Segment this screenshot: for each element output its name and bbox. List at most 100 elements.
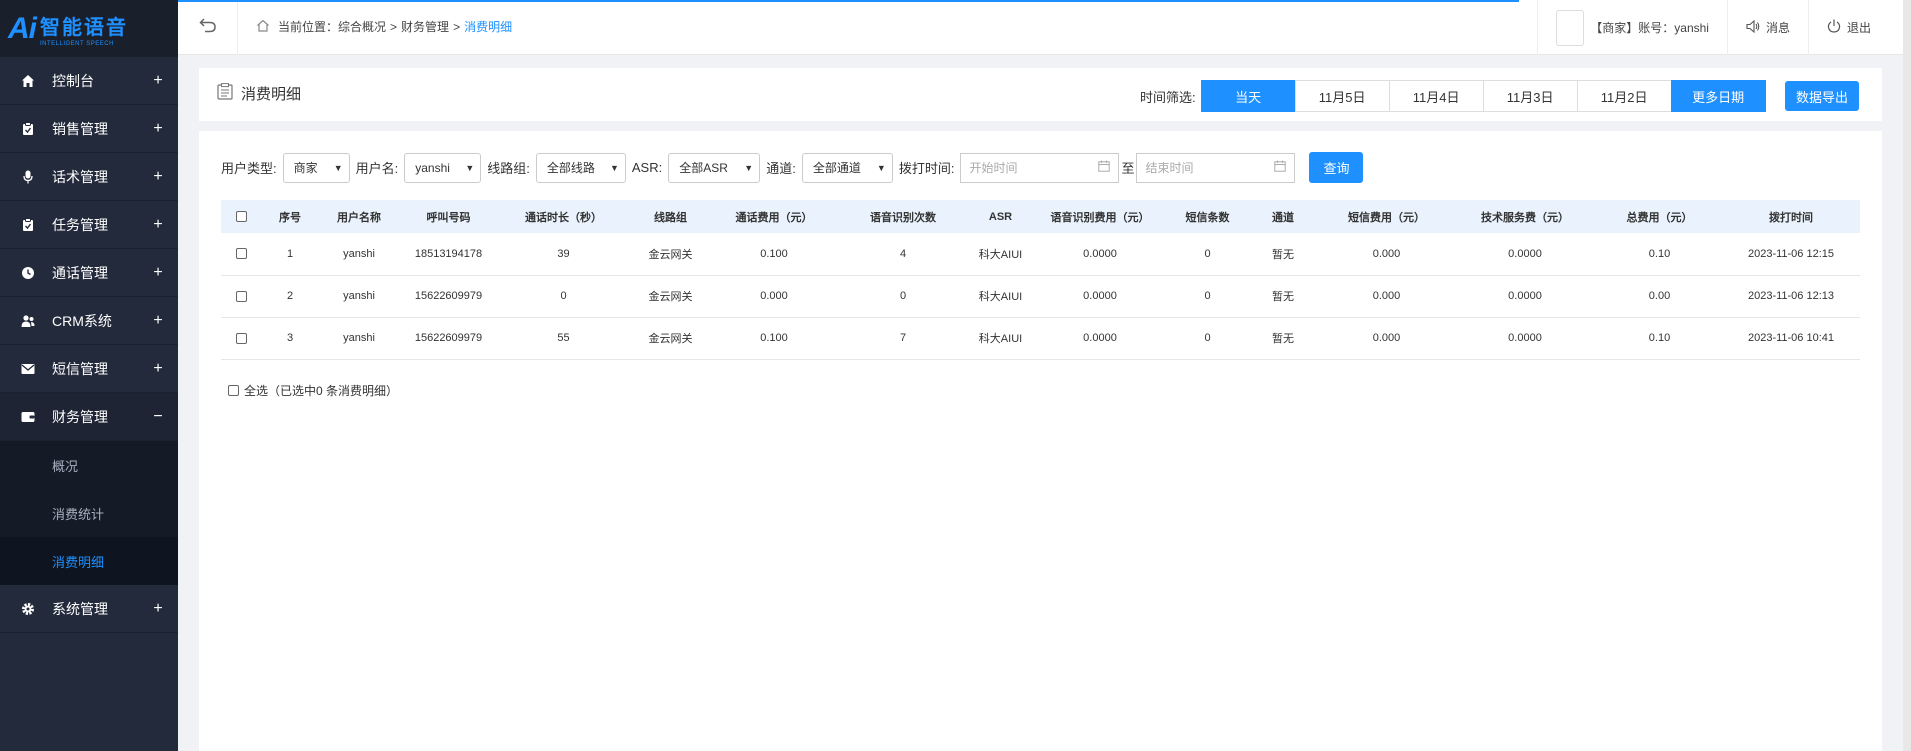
account-label: 【商家】账号：yanshi: [1590, 21, 1709, 35]
expand-icon: +: [153, 167, 163, 185]
table-cell: 0: [498, 275, 629, 318]
submenu-item-overview[interactable]: 概况: [0, 441, 178, 489]
table-cell: 2023-11-06 10:41: [1722, 317, 1860, 360]
table-cell: 0.100: [712, 317, 836, 360]
finance-submenu: 概况 消费统计 消费明细: [0, 441, 178, 585]
expand-icon: +: [153, 215, 163, 233]
loading-bar: [178, 0, 1519, 2]
table-cell: 3: [261, 317, 319, 360]
page-title: 消费明细: [241, 86, 302, 103]
breadcrumb-current: 消费明细: [464, 20, 513, 34]
gear-icon: [20, 601, 36, 617]
start-time-input[interactable]: 开始时间: [960, 152, 1120, 183]
query-button[interactable]: 查询: [1309, 152, 1364, 183]
logout-button[interactable]: 退出: [1807, 0, 1911, 55]
export-button[interactable]: 数据导出: [1785, 81, 1859, 111]
table-cell: 科大AIUI: [970, 317, 1031, 360]
table-row: 3 yanshi 15622609979 55 金云网关 0.100 7 科大A…: [221, 317, 1860, 360]
time-filter-more-dates[interactable]: 更多日期: [1670, 80, 1766, 112]
row-checkbox[interactable]: [235, 290, 247, 302]
table-cell: 0: [1169, 275, 1246, 318]
clipboard-icon: [20, 121, 36, 137]
sidebar: Ai 智能语音 INTELLIGENT SPEECH 控制台 + 销售管理 + …: [0, 0, 178, 751]
sidebar-item-tasks[interactable]: 任务管理 +: [0, 201, 178, 249]
account-info[interactable]: 【商家】账号：yanshi: [1537, 0, 1727, 55]
sidebar-item-scripts[interactable]: 话术管理 +: [0, 153, 178, 201]
asr-select[interactable]: 全部ASR ▼: [668, 152, 761, 183]
breadcrumb-separator: >: [453, 19, 461, 34]
table-cell: 0.0000: [1453, 275, 1597, 318]
sidebar-item-finance[interactable]: 财务管理 −: [0, 393, 178, 441]
sidebar-item-console[interactable]: 控制台 +: [0, 57, 178, 105]
microphone-icon: [20, 169, 36, 185]
expand-icon: +: [153, 359, 163, 377]
select-all-footer[interactable]: 全选（已选中0 条消费明细）: [228, 382, 398, 399]
time-filter-nov5[interactable]: 11月5日: [1294, 80, 1390, 112]
table-row: 1 yanshi 18513194178 39 金云网关 0.100 4 科大A…: [221, 233, 1860, 276]
chevron-down-icon: ▼: [744, 162, 754, 173]
column-header: 通话时长（秒）: [498, 200, 629, 233]
breadcrumb-level2[interactable]: 财务管理: [401, 18, 449, 35]
time-filter-nov3[interactable]: 11月3日: [1482, 80, 1578, 112]
line-group-select[interactable]: 全部线路 ▼: [535, 152, 626, 183]
table-cell: 0: [836, 275, 970, 318]
expand-icon: +: [153, 599, 163, 617]
page-scrollbar[interactable]: [1903, 0, 1911, 751]
back-button[interactable]: [178, 0, 238, 55]
document-list-icon: [217, 83, 233, 104]
sidebar-item-sales[interactable]: 销售管理 +: [0, 105, 178, 153]
sidebar-item-calls[interactable]: 通话管理 +: [0, 249, 178, 297]
end-time-input[interactable]: 结束时间: [1136, 152, 1296, 183]
time-filter: 时间筛选: 当天 11月5日 11月4日 11月3日 11月2日 更多日期: [1140, 80, 1766, 112]
sidebar-item-system[interactable]: 系统管理 +: [0, 585, 178, 633]
table-cell: 0.000: [1320, 317, 1453, 360]
asr-label: ASR:: [631, 160, 663, 175]
table-cell: 暂无: [1246, 317, 1320, 360]
select-all-footer-checkbox[interactable]: [228, 385, 239, 396]
table-cell: 7: [836, 317, 970, 360]
top-bar: 当前位置： 综合概况 > 财务管理 > 消费明细 【商家】账号：yanshi 消…: [178, 0, 1911, 55]
table-cell: 4: [836, 233, 970, 276]
time-filter-nov2[interactable]: 11月2日: [1576, 80, 1672, 112]
to-label: 至: [1121, 161, 1135, 176]
table-cell: 1: [261, 233, 319, 276]
sidebar-item-label: CRM系统: [52, 312, 112, 329]
home-icon: [20, 73, 36, 89]
avatar: [1556, 9, 1585, 46]
username-select[interactable]: yanshi ▼: [404, 152, 482, 183]
row-checkbox[interactable]: [235, 248, 247, 260]
time-filter-nov4[interactable]: 11月4日: [1388, 80, 1484, 112]
top-right-actions: 【商家】账号：yanshi 消息 退出: [1537, 0, 1911, 55]
table-cell: 2: [261, 275, 319, 318]
chevron-down-icon: ▼: [609, 162, 619, 173]
chevron-down-icon: ▼: [333, 162, 343, 173]
table-cell: 0.000: [1320, 233, 1453, 276]
column-header: 语音识别次数: [836, 200, 970, 233]
main-content: 用户类型: 商家 ▼ 用户名: yanshi ▼ 线路组: 全部线路 ▼ ASR…: [199, 131, 1882, 751]
submenu-item-consumption-stats[interactable]: 消费统计: [0, 489, 178, 537]
user-type-select[interactable]: 商家 ▼: [282, 152, 350, 183]
username-label: 用户名:: [355, 161, 399, 176]
expand-icon: +: [153, 119, 163, 137]
breadcrumb-separator: >: [390, 19, 398, 34]
row-checkbox[interactable]: [235, 332, 247, 344]
sidebar-item-crm[interactable]: CRM系统 +: [0, 297, 178, 345]
messages-button[interactable]: 消息: [1726, 0, 1808, 55]
column-header: 用户名称: [319, 200, 399, 233]
submenu-item-consumption-detail[interactable]: 消费明细: [0, 537, 178, 585]
sidebar-item-label: 话术管理: [52, 168, 108, 185]
messages-label: 消息: [1765, 21, 1790, 35]
table-cell: 0.0000: [1031, 317, 1169, 360]
channel-select[interactable]: 全部通道 ▼: [801, 152, 893, 183]
select-all-checkbox[interactable]: [235, 211, 247, 223]
table-cell: 39: [498, 233, 629, 276]
sidebar-item-sms[interactable]: 短信管理 +: [0, 345, 178, 393]
breadcrumb: 当前位置： 综合概况 > 财务管理 > 消费明细: [256, 18, 512, 35]
expand-icon: +: [153, 311, 163, 329]
column-header: ASR: [970, 200, 1031, 233]
calendar-icon: [1098, 160, 1111, 175]
table-cell: yanshi: [319, 275, 399, 318]
breadcrumb-level1[interactable]: 综合概况: [338, 18, 386, 35]
column-header: 短信费用（元）: [1320, 200, 1453, 233]
time-filter-today[interactable]: 当天: [1200, 80, 1296, 112]
